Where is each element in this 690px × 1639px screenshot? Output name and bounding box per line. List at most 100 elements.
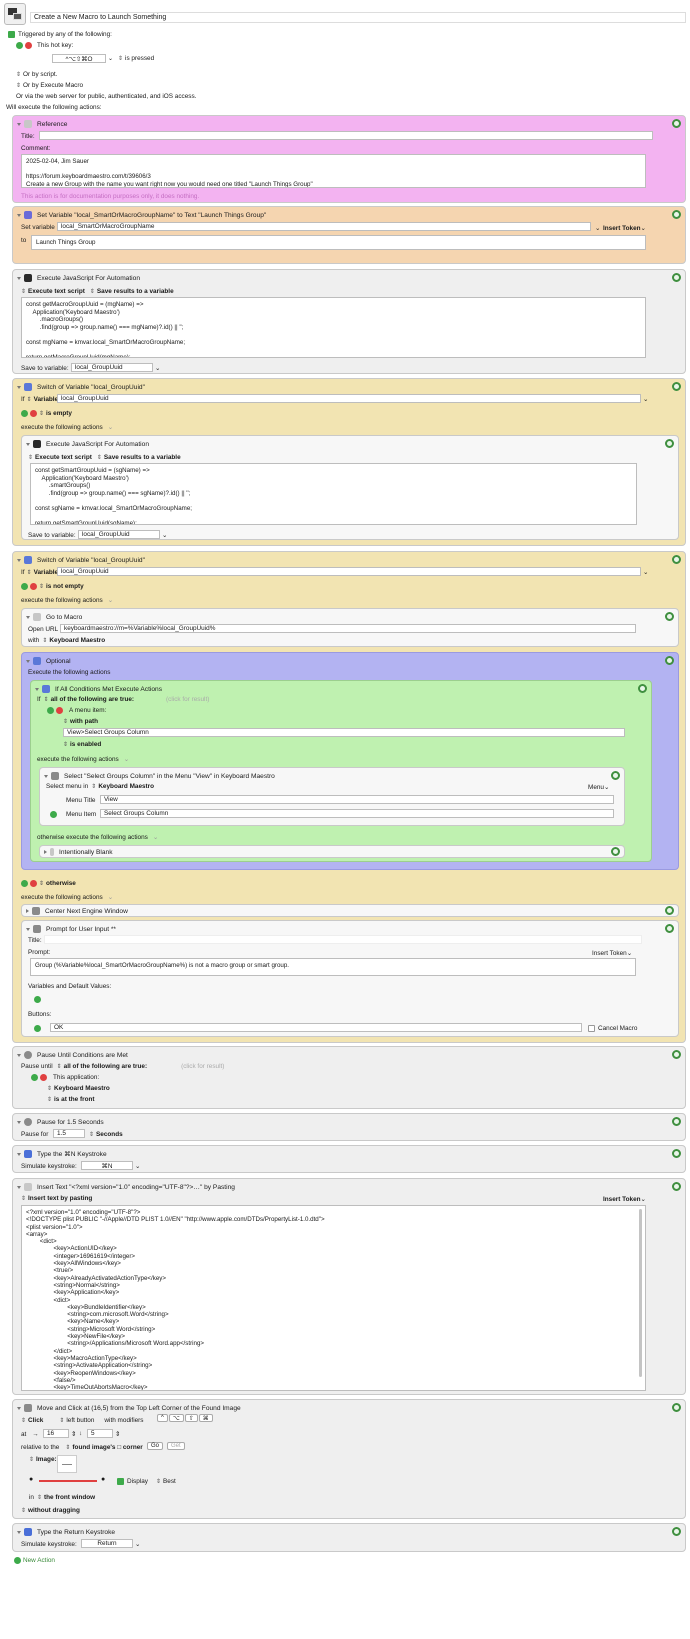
- add-case-icon[interactable]: [21, 880, 28, 887]
- disclosure-icon[interactable]: [17, 1406, 21, 1410]
- menu-popup[interactable]: Menu: [588, 784, 604, 791]
- disclosure-icon[interactable]: [35, 687, 39, 691]
- menu-path-field[interactable]: View>Select Groups Column: [63, 728, 625, 737]
- go-button[interactable]: Go: [147, 1442, 164, 1450]
- shift-key-button[interactable]: ⇧: [184, 1414, 198, 1422]
- disclosure-icon[interactable]: [44, 774, 48, 778]
- fuzz-slider[interactable]: [39, 1480, 97, 1482]
- gear-icon[interactable]: [672, 382, 681, 391]
- or-by-execute[interactable]: ⇕ Or by Execute Macro: [16, 82, 83, 89]
- script-field[interactable]: const getMacroGroupUuid = (mgName) => Ap…: [21, 297, 646, 358]
- url-field[interactable]: keyboardmaestro://m=%Variable%local_Grou…: [60, 624, 636, 633]
- chevron-down-icon[interactable]: ⌄: [124, 755, 129, 763]
- disclosure-icon[interactable]: [17, 1530, 21, 1534]
- add-condition-icon[interactable]: [31, 1074, 38, 1081]
- app-popup[interactable]: Keyboard Maestro: [54, 1085, 110, 1092]
- disclosure-icon[interactable]: [17, 1053, 21, 1057]
- chevron-down-icon[interactable]: ⌄: [153, 833, 158, 841]
- display-checkbox[interactable]: [117, 1478, 124, 1485]
- insert-method-popup[interactable]: Insert text by pasting: [28, 1195, 92, 1202]
- chevron-down-icon[interactable]: ⌄: [643, 395, 648, 403]
- add-button-icon[interactable]: [34, 1025, 41, 1032]
- or-by-script[interactable]: ⇕ Or by script.: [16, 71, 57, 78]
- add-case-icon[interactable]: [21, 410, 28, 417]
- script-field[interactable]: const getSmartGroupUuid = (sgName) => Ap…: [30, 463, 637, 525]
- hotkey-field[interactable]: ^⌥⇧⌘O: [52, 54, 106, 63]
- corner-popup[interactable]: found image's □ corner: [72, 1444, 142, 1451]
- disclosure-icon[interactable]: [26, 442, 30, 446]
- gear-icon[interactable]: [672, 1149, 681, 1158]
- gear-icon[interactable]: [611, 771, 620, 780]
- disclosure-icon[interactable]: [17, 1152, 21, 1156]
- chevron-down-icon[interactable]: ⌄: [135, 1540, 140, 1548]
- disclosure-icon[interactable]: [17, 558, 21, 562]
- command-key-button[interactable]: ⌘: [198, 1414, 213, 1422]
- variable-name-field[interactable]: local_SmartOrMacroGroupName: [57, 222, 591, 231]
- x-stepper[interactable]: ⇕: [71, 1430, 76, 1438]
- chevron-down-icon[interactable]: ⌄: [604, 783, 609, 791]
- menu-title-field[interactable]: View: [100, 795, 614, 804]
- title-field[interactable]: [39, 131, 653, 140]
- condition-popup[interactable]: is not empty: [46, 583, 84, 590]
- otherwise-popup[interactable]: otherwise: [46, 880, 76, 887]
- button-popup[interactable]: left button: [66, 1417, 94, 1424]
- add-condition-icon[interactable]: [47, 707, 54, 714]
- prompt-text-field[interactable]: Group (%Variable%local_SmartOrMacroGroup…: [30, 958, 636, 976]
- comment-field[interactable]: 2025-02-04, Jim Sauer https://forum.keyb…: [21, 154, 646, 188]
- cancel-macro-checkbox[interactable]: [588, 1025, 595, 1032]
- control-key-button[interactable]: ^: [157, 1414, 168, 1422]
- disclosure-icon[interactable]: [26, 615, 30, 619]
- chevron-down-icon[interactable]: ⌄: [643, 568, 648, 576]
- add-menu-item-icon[interactable]: [50, 811, 57, 818]
- gear-icon[interactable]: [672, 273, 681, 282]
- all-true-popup[interactable]: all of the following are true:: [64, 1063, 147, 1070]
- chevron-down-icon[interactable]: ⌄: [162, 531, 167, 539]
- image-well[interactable]: [57, 1455, 77, 1473]
- remove-condition-icon[interactable]: [56, 707, 63, 714]
- with-path-popup[interactable]: with path: [70, 718, 98, 725]
- y-stepper[interactable]: ⇕: [115, 1430, 120, 1438]
- chevron-down-icon[interactable]: ⌄: [641, 224, 646, 232]
- all-true-popup[interactable]: all of the following are true:: [51, 696, 134, 703]
- keystroke-field[interactable]: ⌘N: [81, 1161, 133, 1170]
- remove-case-icon[interactable]: [30, 880, 37, 887]
- gear-icon[interactable]: [665, 439, 674, 448]
- disclosure-icon[interactable]: [17, 1185, 21, 1189]
- best-popup[interactable]: Best: [163, 1478, 176, 1485]
- variable-value-field[interactable]: Launch Things Group: [31, 235, 646, 250]
- app-popup[interactable]: Keyboard Maestro: [49, 637, 105, 644]
- prompt-title-field[interactable]: [44, 935, 642, 944]
- is-enabled-popup[interactable]: is enabled: [70, 741, 101, 748]
- remove-case-icon[interactable]: [30, 410, 37, 417]
- drag-popup[interactable]: without dragging: [28, 1507, 80, 1514]
- gear-icon[interactable]: [672, 210, 681, 219]
- insert-token-button[interactable]: Insert Token: [603, 225, 641, 232]
- save-variable-field[interactable]: local_GroupUuid: [78, 530, 160, 539]
- y-field[interactable]: 5: [87, 1429, 113, 1438]
- image-source-popup[interactable]: Image:: [36, 1456, 57, 1463]
- script-source-popup[interactable]: Execute text script: [28, 288, 85, 295]
- results-popup[interactable]: Save results to a variable: [97, 288, 174, 295]
- save-variable-field[interactable]: local_GroupUuid: [71, 363, 153, 372]
- menu-item-field[interactable]: Select Groups Column: [100, 809, 614, 818]
- results-popup[interactable]: Save results to a variable: [104, 454, 181, 461]
- chevron-down-icon[interactable]: ⌄: [595, 224, 600, 232]
- gear-icon[interactable]: [665, 612, 674, 621]
- gear-icon[interactable]: [672, 1117, 681, 1126]
- chevron-down-icon[interactable]: ⌄: [641, 1195, 646, 1203]
- disclosure-icon[interactable]: [17, 1120, 21, 1124]
- add-variable-icon[interactable]: [34, 996, 41, 1003]
- disclosure-icon[interactable]: [44, 850, 47, 854]
- chevron-down-icon[interactable]: ⌄: [108, 423, 113, 431]
- gear-icon[interactable]: [672, 1182, 681, 1191]
- unit-popup[interactable]: Seconds: [96, 1131, 123, 1138]
- x-field[interactable]: 16: [43, 1429, 69, 1438]
- chevron-down-icon[interactable]: ⌄: [135, 1162, 140, 1170]
- add-case-icon[interactable]: [21, 583, 28, 590]
- chevron-down-icon[interactable]: ⌄: [108, 55, 113, 62]
- gear-icon[interactable]: [665, 656, 674, 665]
- gear-icon[interactable]: [672, 119, 681, 128]
- variable-popup[interactable]: Variable: [34, 569, 59, 576]
- insert-token-button[interactable]: Insert Token: [592, 950, 627, 957]
- option-key-button[interactable]: ⌥: [168, 1414, 184, 1422]
